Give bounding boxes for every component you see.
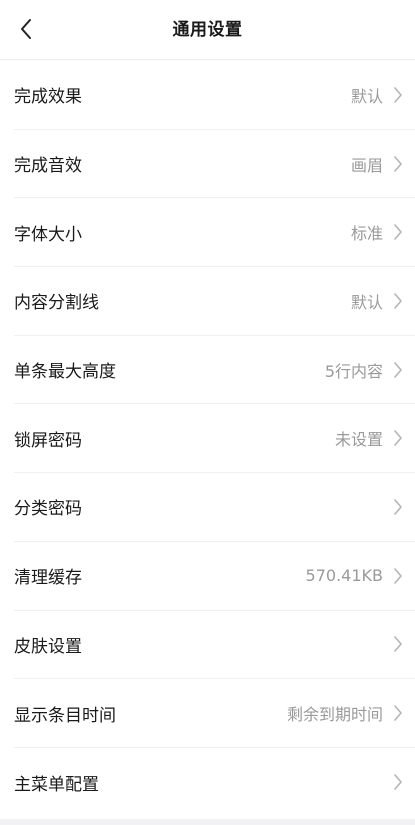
settings-row-main-menu-config[interactable]: 主菜单配置 [14, 748, 415, 817]
settings-row-clear-cache[interactable]: 清理缓存 570.41KB [14, 542, 415, 611]
settings-row-value: 画眉 [350, 155, 383, 175]
settings-row-show-item-time[interactable]: 显示条目时间 剩余到期时间 [14, 679, 415, 748]
chevron-right-icon [389, 221, 407, 243]
settings-row-label: 单条最大高度 [14, 362, 116, 383]
settings-row-label: 皮肤设置 [14, 636, 82, 657]
chevron-right-icon [389, 565, 407, 587]
settings-row-label: 分类密码 [14, 499, 82, 520]
chevron-right-icon [389, 427, 407, 449]
settings-row-label: 字体大小 [14, 224, 82, 245]
settings-row-content-divider[interactable]: 内容分割线 默认 [14, 267, 415, 336]
settings-row-label: 主菜单配置 [14, 774, 99, 795]
settings-row-value: 标准 [350, 224, 383, 244]
settings-row-completion-effect[interactable]: 完成效果 默认 [14, 61, 415, 130]
chevron-right-icon [389, 496, 407, 518]
settings-row-skin-settings[interactable]: 皮肤设置 [14, 611, 415, 680]
settings-row-max-item-height[interactable]: 单条最大高度 5行内容 [14, 336, 415, 405]
settings-row-label: 锁屏密码 [14, 430, 82, 451]
settings-row-font-size[interactable]: 字体大小 标准 [14, 198, 415, 268]
back-button[interactable] [8, 10, 44, 48]
settings-row-value: 默认 [350, 86, 383, 106]
settings-row-category-password[interactable]: 分类密码 [14, 473, 415, 542]
navigation-bar: 通用设置 [0, 0, 415, 60]
settings-row-value: 默认 [350, 292, 383, 312]
chevron-right-icon [389, 153, 407, 175]
settings-row-value: 570.41KB [305, 566, 383, 586]
chevron-right-icon [389, 84, 407, 106]
bottom-divider [0, 819, 415, 825]
chevron-left-icon [21, 19, 31, 39]
settings-row-value: 剩余到期时间 [286, 705, 383, 725]
settings-row-label: 完成音效 [14, 156, 82, 177]
settings-row-value: 未设置 [334, 430, 383, 450]
settings-row-label: 清理缓存 [14, 568, 82, 589]
settings-row-label: 完成效果 [14, 87, 82, 108]
settings-row-label: 内容分割线 [14, 293, 99, 314]
settings-row-lock-screen-password[interactable]: 锁屏密码 未设置 [14, 404, 415, 474]
page-title: 通用设置 [172, 20, 243, 40]
chevron-right-icon [389, 359, 407, 381]
chevron-right-icon [389, 290, 407, 312]
settings-row-value: 5行内容 [324, 361, 383, 381]
settings-row-label: 显示条目时间 [14, 705, 116, 726]
chevron-right-icon [389, 771, 407, 793]
chevron-right-icon [389, 633, 407, 655]
settings-row-completion-sound[interactable]: 完成音效 画眉 [14, 130, 415, 199]
settings-list: 完成效果 默认 完成音效 画眉 字体大小 标准 内容分割线 默认 单条最大高度 … [0, 61, 415, 817]
chevron-right-icon [389, 702, 407, 724]
